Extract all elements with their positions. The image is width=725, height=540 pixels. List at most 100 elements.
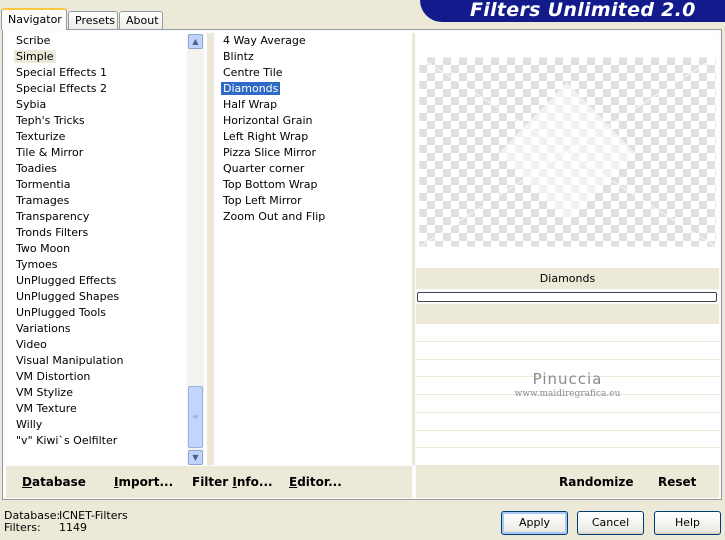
category-item[interactable]: Two Moon (6, 241, 206, 257)
category-item[interactable]: Teph's Tricks (6, 113, 206, 129)
filter-item[interactable]: Half Wrap (215, 97, 411, 113)
category-item[interactable]: Special Effects 1 (6, 65, 206, 81)
category-item[interactable]: VM Texture (6, 401, 206, 417)
filter-item[interactable]: 4 Way Average (215, 33, 411, 49)
cancel-button[interactable]: Cancel (577, 511, 644, 535)
import-label-rest: mport... (118, 475, 174, 489)
scroll-up-button[interactable]: ▲ (188, 34, 203, 49)
category-item-label: Tymoes (16, 258, 58, 271)
preview-area (416, 33, 719, 268)
filter-info-button[interactable]: Filter Info... (192, 475, 273, 489)
category-item-label: Sybia (16, 98, 47, 111)
watermark: Pinuccia www.maidiregrafica.eu (416, 370, 719, 399)
category-item[interactable]: Texturize (6, 129, 206, 145)
category-item-label: Tile & Mirror (16, 146, 84, 159)
category-item-label: Video (16, 338, 47, 351)
category-item-label: Tronds Filters (16, 226, 89, 239)
list-divider (207, 33, 214, 465)
category-item[interactable]: VM Distortion (6, 369, 206, 385)
filter-item[interactable]: Quarter corner (215, 161, 411, 177)
filter-item[interactable]: Top Bottom Wrap (215, 177, 411, 193)
category-item[interactable]: Tronds Filters (6, 225, 206, 241)
category-item[interactable]: UnPlugged Tools (6, 305, 206, 321)
category-item[interactable]: UnPlugged Shapes (6, 289, 206, 305)
filter-item[interactable]: Blintz (215, 49, 411, 65)
category-item-label: Simple (14, 50, 56, 63)
category-item-label: UnPlugged Tools (16, 306, 106, 319)
help-button[interactable]: Help (654, 511, 721, 535)
scroll-thumb[interactable]: ≡ (188, 386, 203, 448)
category-item-label: Teph's Tricks (16, 114, 85, 127)
category-item-label: VM Stylize (16, 386, 73, 399)
current-filter-name: Diamonds (416, 268, 719, 289)
editor-label-rest: ditor... (297, 475, 342, 489)
apply-button[interactable]: Apply (501, 511, 568, 535)
status-info: Database: ICNET-Filters Filters: 1149 (4, 510, 128, 534)
filter-item[interactable]: Centre Tile (215, 65, 411, 81)
filter-item[interactable]: Zoom Out and Flip (215, 209, 411, 225)
filter-item[interactable]: Diamonds (215, 81, 411, 97)
category-list[interactable]: Scribe Simple Special Effects 1 Special Eff… (6, 33, 206, 465)
import-button[interactable]: Import... (114, 475, 173, 489)
category-item[interactable]: Tymoes (6, 257, 206, 273)
category-item-label: "v" Kiwi`s Oelfilter (16, 434, 118, 447)
filter-item[interactable]: Top Left Mirror (215, 193, 411, 209)
category-item-label: VM Distortion (16, 370, 91, 383)
navigator-button-bar: Database Import... Filter Info... Editor… (6, 466, 412, 498)
category-item-label: Special Effects 1 (16, 66, 108, 79)
reset-button[interactable]: Reset (658, 475, 696, 489)
filter-item[interactable]: Pizza Slice Mirror (215, 145, 411, 161)
category-scrollbar[interactable]: ▲ ≡ ▼ (187, 34, 204, 465)
app-title-banner: Filters Unlimited 2.0 (420, 0, 725, 22)
category-item-label: Scribe (16, 34, 51, 47)
navigator-panel: Scribe Simple Special Effects 1 Special Eff… (2, 29, 722, 500)
filter-list[interactable]: 4 Way Average Blintz Centre Tile Diamonds Ha… (215, 33, 411, 465)
tab-presets[interactable]: Presets (68, 11, 118, 30)
randomize-button[interactable]: Randomize (559, 475, 633, 489)
database-button[interactable]: Database (22, 475, 86, 489)
parameter-slot (416, 324, 719, 342)
filter-item-label: Horizontal Grain (223, 114, 313, 127)
category-item[interactable]: "v" Kiwi`s Oelfilter (6, 433, 206, 449)
scroll-down-button[interactable]: ▼ (188, 450, 203, 465)
category-item[interactable]: Visual Manipulation (6, 353, 206, 369)
category-item[interactable]: Scribe (6, 33, 206, 49)
category-item[interactable]: Video (6, 337, 206, 353)
filter-item-label: 4 Way Average (223, 34, 306, 47)
category-item[interactable]: Special Effects 2 (6, 81, 206, 97)
category-item-label: Variations (16, 322, 71, 335)
category-item[interactable]: UnPlugged Effects (6, 273, 206, 289)
category-item[interactable]: Variations (6, 321, 206, 337)
filters-count-label: Filters: (4, 521, 41, 534)
category-item[interactable]: Tramages (6, 193, 206, 209)
category-item[interactable]: Tormentia (6, 177, 206, 193)
database-accesskey: D (22, 475, 32, 489)
category-item-label: VM Texture (16, 402, 77, 415)
tab-about[interactable]: About (119, 11, 163, 30)
filter-item-label: Diamonds (221, 82, 281, 95)
category-item-label: UnPlugged Effects (16, 274, 117, 287)
filter-item-label: Half Wrap (223, 98, 278, 111)
filter-info-label-pre: Filter (192, 475, 233, 489)
category-item-label: Two Moon (16, 242, 71, 255)
category-item-label: Toadies (16, 162, 57, 175)
category-item-label: UnPlugged Shapes (16, 290, 120, 303)
filter-item[interactable]: Left Right Wrap (215, 129, 411, 145)
filter-item[interactable]: Horizontal Grain (215, 113, 411, 129)
tab-navigator[interactable]: Navigator (1, 8, 67, 30)
category-item[interactable]: Simple (6, 49, 206, 65)
filter-item-label: Top Bottom Wrap (223, 178, 318, 191)
category-item[interactable]: Sybia (6, 97, 206, 113)
filter-item-label: Zoom Out and Flip (223, 210, 326, 223)
category-item[interactable]: Tile & Mirror (6, 145, 206, 161)
parameter-slot (416, 342, 719, 360)
progress-spacer (416, 304, 719, 324)
editor-button[interactable]: Editor... (289, 475, 342, 489)
parameter-slot (416, 448, 719, 466)
category-item-label: Transparency (16, 210, 90, 223)
category-item[interactable]: Transparency (6, 209, 206, 225)
category-item[interactable]: Willy (6, 417, 206, 433)
category-item[interactable]: Toadies (6, 161, 206, 177)
filter-item-label: Top Left Mirror (223, 194, 302, 207)
category-item[interactable]: VM Stylize (6, 385, 206, 401)
